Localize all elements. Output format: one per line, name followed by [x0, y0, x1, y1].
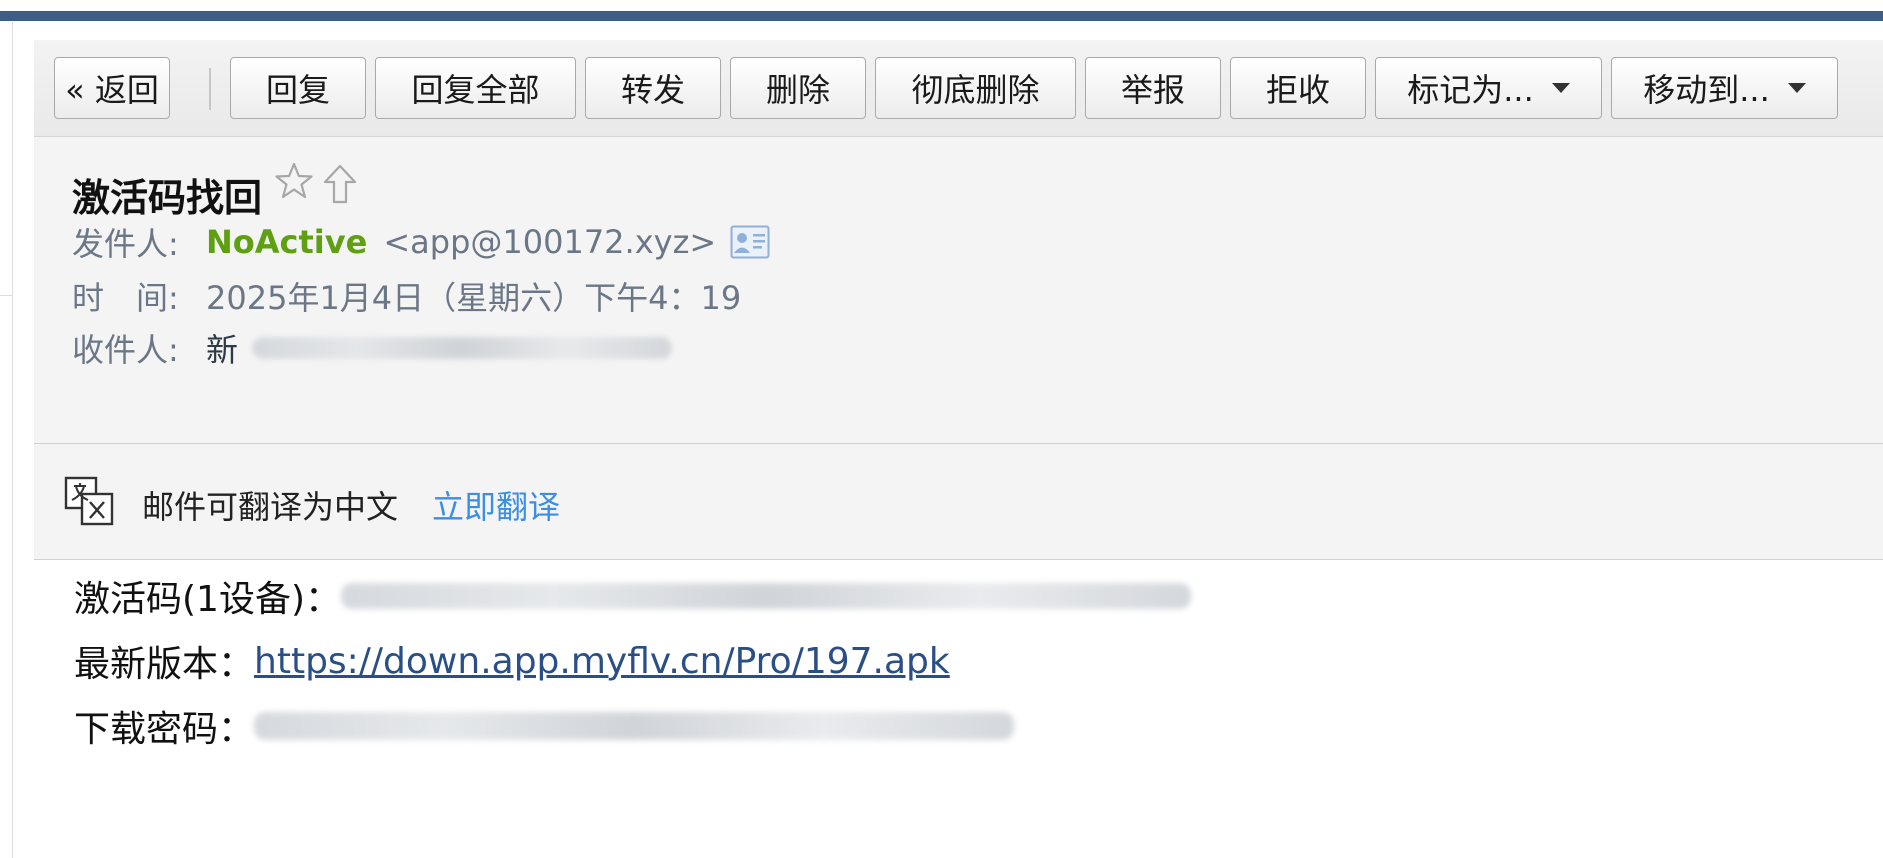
sender-row: 发件人: NoActive <app@100172.xyz>: [72, 219, 770, 265]
translate-now-link[interactable]: 立即翻译: [432, 482, 560, 528]
forward-button-label: 转发: [620, 71, 685, 109]
latest-version-line: 最新版本： https://down.app.myflv.cn/Pro/197.…: [74, 635, 950, 687]
recipient-label: 收件人:: [72, 331, 179, 369]
reject-button[interactable]: 拒收: [1230, 57, 1366, 119]
left-rail-notch: [0, 295, 12, 314]
back-button[interactable]: « 返回: [54, 57, 170, 119]
mail-toolbar: « 返回 回复 回复全部 转发 删除 彻底删除 举报 拒收 标记为... 移动到…: [34, 40, 1883, 137]
reply-all-button[interactable]: 回复全部: [375, 57, 576, 119]
recipient-row: 收件人: 新: [72, 325, 673, 371]
flag-icon[interactable]: [322, 163, 358, 205]
time-row: 时 间: 2025年1月4日（星期六）下午4：19: [72, 273, 741, 319]
time-value: 2025年1月4日（星期六）下午4：19: [206, 279, 742, 317]
move-to-dropdown[interactable]: 移动到...: [1611, 57, 1838, 119]
translate-hint: 邮件可翻译为中文: [142, 488, 399, 526]
report-button[interactable]: 举报: [1085, 57, 1221, 119]
email-view: « 返回 回复 回复全部 转发 删除 彻底删除 举报 拒收 标记为... 移动到…: [34, 40, 1883, 858]
delete-permanent-button-label: 彻底删除: [911, 71, 1040, 109]
star-icon[interactable]: [274, 161, 314, 201]
report-button-label: 举报: [1120, 71, 1185, 109]
download-link[interactable]: https://down.app.myflv.cn/Pro/197.apk: [254, 641, 950, 682]
reply-all-button-label: 回复全部: [411, 71, 540, 109]
reject-button-label: 拒收: [1265, 71, 1330, 109]
mark-as-dropdown[interactable]: 标记为...: [1375, 57, 1602, 119]
sender-name[interactable]: NoActive: [206, 223, 367, 261]
delete-button-label: 删除: [765, 71, 830, 109]
time-label: 时 间:: [72, 279, 179, 317]
email-subject: 激活码找回: [72, 176, 263, 220]
reply-button[interactable]: 回复: [230, 57, 366, 119]
email-header: 激活码找回 发件人: NoActive <app@100172.xyz> 时 间…: [34, 137, 1883, 447]
activation-code-redacted: [341, 583, 1191, 609]
chevron-down-icon: [1787, 83, 1806, 93]
translate-icon: [64, 476, 114, 526]
left-rail: [0, 22, 13, 858]
reply-button-label: 回复: [265, 71, 330, 109]
delete-button[interactable]: 删除: [730, 57, 866, 119]
activation-code-label: 激活码(1设备)：: [74, 579, 341, 620]
move-to-label: 移动到...: [1643, 71, 1770, 109]
toolbar-separator: [209, 68, 211, 110]
top-accent-line: [0, 11, 1883, 21]
latest-version-label: 最新版本：: [74, 644, 255, 685]
recipient-name[interactable]: 新: [206, 325, 238, 371]
mark-as-label: 标记为...: [1407, 71, 1534, 109]
back-button-label: « 返回: [65, 71, 159, 109]
download-password-line: 下载密码：: [74, 700, 1015, 752]
sender-label: 发件人:: [72, 225, 179, 263]
contact-card-icon[interactable]: [730, 225, 770, 259]
recipient-address-redacted: [252, 337, 673, 359]
delete-permanent-button[interactable]: 彻底删除: [875, 57, 1076, 119]
activation-code-line: 激活码(1设备)：: [74, 570, 1191, 622]
sender-address[interactable]: <app@100172.xyz>: [383, 223, 716, 261]
window-top-bar: [0, 0, 1883, 22]
download-password-label: 下载密码：: [74, 709, 255, 750]
translate-bar: 邮件可翻译为中文 立即翻译: [34, 444, 1883, 560]
forward-button[interactable]: 转发: [585, 57, 721, 119]
download-password-redacted: [254, 712, 1015, 740]
chevron-down-icon: [1551, 83, 1570, 93]
